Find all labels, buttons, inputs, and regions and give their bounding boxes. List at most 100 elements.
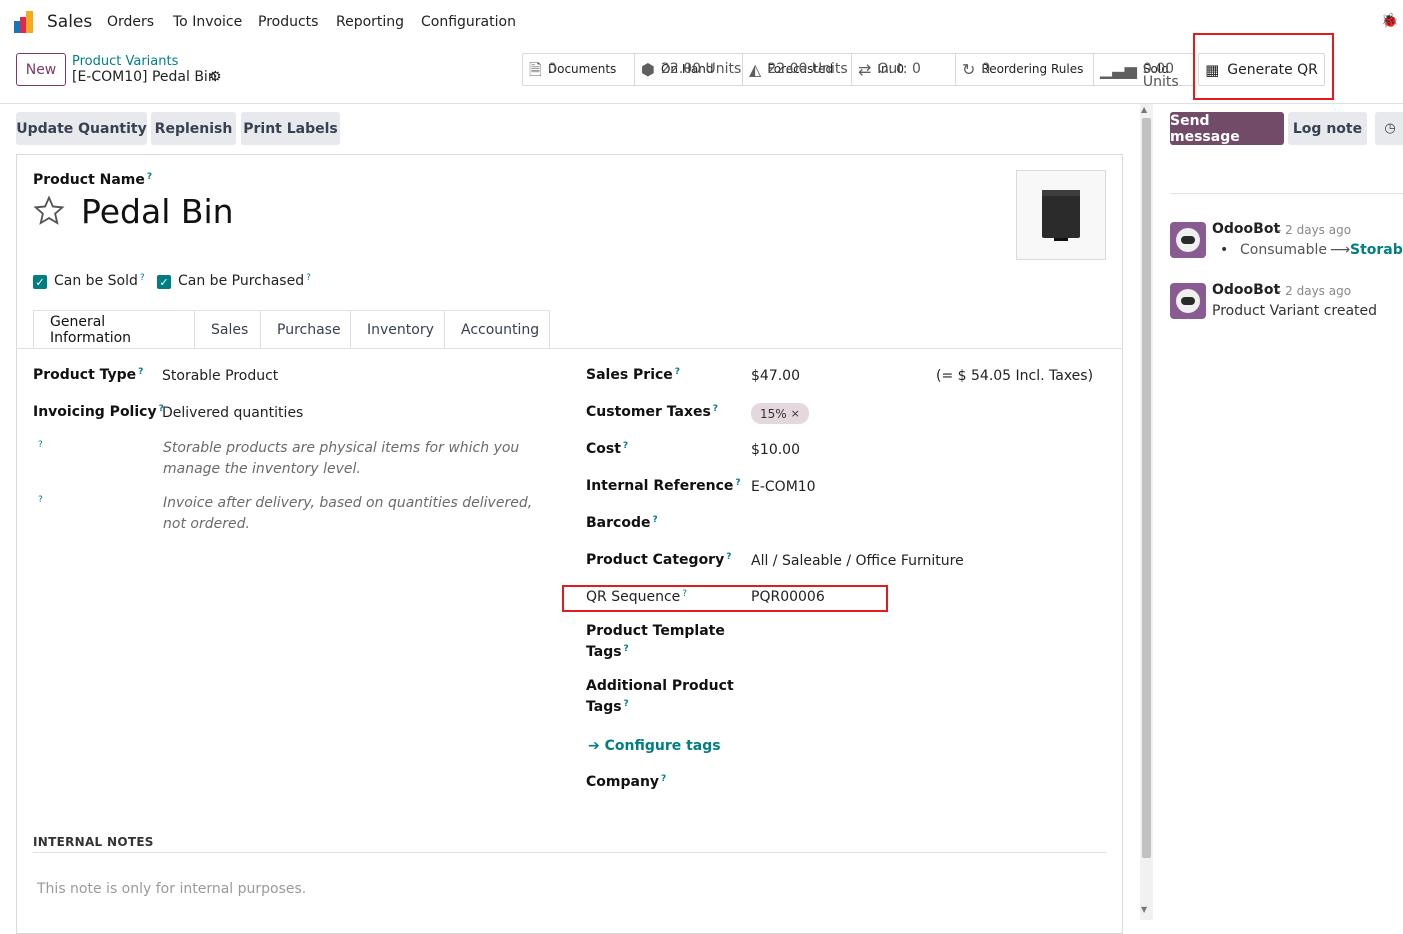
message-author[interactable]: OdooBot [1212,221,1280,237]
internal-reference-label: Internal Reference? [586,478,741,494]
print-labels-button[interactable]: Print Labels [241,112,340,145]
send-message-button[interactable]: Send message [1170,112,1284,145]
remove-tag-icon[interactable]: × [791,407,800,420]
tab-inventory[interactable]: Inventory [350,310,445,349]
help-icon[interactable]: ? [38,440,43,450]
sold-smart-button[interactable]: ▁▃▅ Sold 0.00 Units [1094,54,1194,90]
can-be-purchased-text: Can be Purchased [178,273,305,289]
help-icon[interactable]: ? [306,273,311,283]
internal-notes-input[interactable]: This note is only for internal purposes. [37,881,306,897]
menu-orders[interactable]: Orders [107,14,154,30]
help-icon[interactable]: ? [147,172,152,182]
form-sheet [16,154,1123,934]
product-template-tags-label-line2: Tags? [586,644,629,660]
documents-smart-button[interactable]: 🗎 Documents 0 [523,54,635,85]
log-note-button[interactable]: Log note [1288,112,1367,145]
debug-bug-icon[interactable]: 🐞 [1381,13,1398,29]
forecasted-value: 22.00 Units [767,61,848,77]
tracking-old-value: Consumable [1240,242,1327,258]
invoicing-policy-help-text: Invoice after delivery, based on quantit… [163,495,533,532]
forecasted-smart-button[interactable]: ◭ Forecasted 22.00 Units [743,54,852,85]
cost-label: Cost? [586,441,628,457]
product-category-label-text: Product Category [586,552,725,568]
tab-sales[interactable]: Sales [194,310,261,349]
gear-icon[interactable]: ⚙ [209,69,222,85]
new-button[interactable]: New [16,53,66,86]
internal-reference-value[interactable]: E-COM10 [751,479,816,495]
help-icon[interactable]: ? [138,367,143,377]
help-icon[interactable]: ? [140,273,145,283]
sales-app-logo-icon[interactable] [14,11,38,33]
configure-tags-text: Configure tags [604,738,721,754]
tab-accounting[interactable]: Accounting [444,310,550,349]
invoicing-policy-value[interactable]: Delivered quantities [162,405,303,421]
product-name-label: Product Name? [33,172,152,188]
highlight-box-qr-sequence [562,585,888,612]
product-name-value[interactable]: Pedal Bin [81,192,234,231]
company-label: Company? [586,774,666,790]
can-be-sold-text: Can be Sold [54,273,138,289]
app-name[interactable]: Sales [47,12,92,32]
pedal-bin-image-icon [1042,190,1080,241]
product-image[interactable] [1016,170,1106,260]
message-author[interactable]: OdooBot [1212,282,1280,298]
update-quantity-button[interactable]: Update Quantity [16,112,147,145]
customer-taxes-label-text: Customer Taxes [586,404,711,420]
product-type-help-text: Storable products are physical items for… [163,440,520,477]
help-icon[interactable]: ? [623,441,628,451]
incl-taxes-text: (= $ 54.05 Incl. Taxes) [936,368,1094,384]
signal-icon: ▁▃▅ [1100,60,1137,79]
product-category-label: Product Category? [586,552,731,568]
arrow-right-icon: ⟶ [1330,242,1351,258]
help-icon[interactable]: ? [624,699,629,709]
can-be-sold-label[interactable]: Can be Sold? [54,273,145,289]
can-be-purchased-checkbox[interactable]: ✓ [157,275,171,289]
can-be-purchased-label[interactable]: Can be Purchased? [178,273,311,289]
out-label: Out: 0 [877,61,921,77]
cost-value[interactable]: $10.00 [751,442,800,458]
help-icon[interactable]: ? [726,552,731,562]
scroll-up-icon[interactable]: ▲ [1141,105,1147,114]
internal-reference-label-text: Internal Reference [586,478,734,494]
product-category-value[interactable]: All / Saleable / Office Furniture [751,553,964,569]
additional-product-tags-field[interactable] [751,683,1051,707]
product-type-label: Product Type? [33,367,143,383]
product-type-value[interactable]: Storable Product [162,368,278,384]
help-icon[interactable]: ? [652,515,657,525]
product-template-tags-field[interactable] [751,628,1051,652]
menu-reporting[interactable]: Reporting [336,14,404,30]
internal-notes-title: INTERNAL NOTES [33,835,154,849]
menu-to-invoice[interactable]: To Invoice [173,14,242,30]
help-icon[interactable]: ? [38,495,43,505]
customer-tax-tag-text: 15% [760,406,787,421]
configure-tags-link[interactable]: ➔ Configure tags [588,738,721,754]
help-icon[interactable]: ? [624,644,629,654]
company-field[interactable] [751,770,1051,794]
tab-purchase[interactable]: Purchase [260,310,351,349]
help-icon[interactable]: ? [661,774,666,784]
menu-products[interactable]: Products [258,14,318,30]
in-out-smart-button[interactable]: ⇄ In: 0 Out: 0 [852,54,956,85]
company-label-text: Company [586,774,660,790]
replenish-button[interactable]: Replenish [151,112,236,145]
help-icon[interactable]: ? [713,404,718,414]
sales-price-value[interactable]: $47.00 [751,368,800,384]
clock-icon[interactable]: ◷ [1375,112,1403,145]
star-favorite-icon[interactable] [33,195,65,227]
on-hand-smart-button[interactable]: ⬢ On Hand 22.00 Units [635,54,743,85]
message-time: - 2 days ago [1277,223,1352,237]
customer-tax-tag[interactable]: 15% × [751,403,809,424]
reordering-rules-smart-button[interactable]: ↻ Reordering Rules 0 [956,54,1094,85]
menu-configuration[interactable]: Configuration [421,14,516,30]
scroll-down-icon[interactable]: ▼ [1141,905,1147,914]
tab-general-information[interactable]: General Information [33,310,195,349]
breadcrumb-product-variants[interactable]: Product Variants [72,54,178,69]
barcode-field[interactable] [751,512,1051,536]
help-icon[interactable]: ? [675,367,680,377]
can-be-sold-checkbox[interactable]: ✓ [33,275,47,289]
form-scrollbar-thumb[interactable] [1142,118,1151,858]
invoicing-policy-label: Invoicing Policy? [33,404,164,420]
help-icon[interactable]: ? [735,478,740,488]
sales-price-label-text: Sales Price [586,367,673,383]
bullet: • [1220,242,1229,258]
